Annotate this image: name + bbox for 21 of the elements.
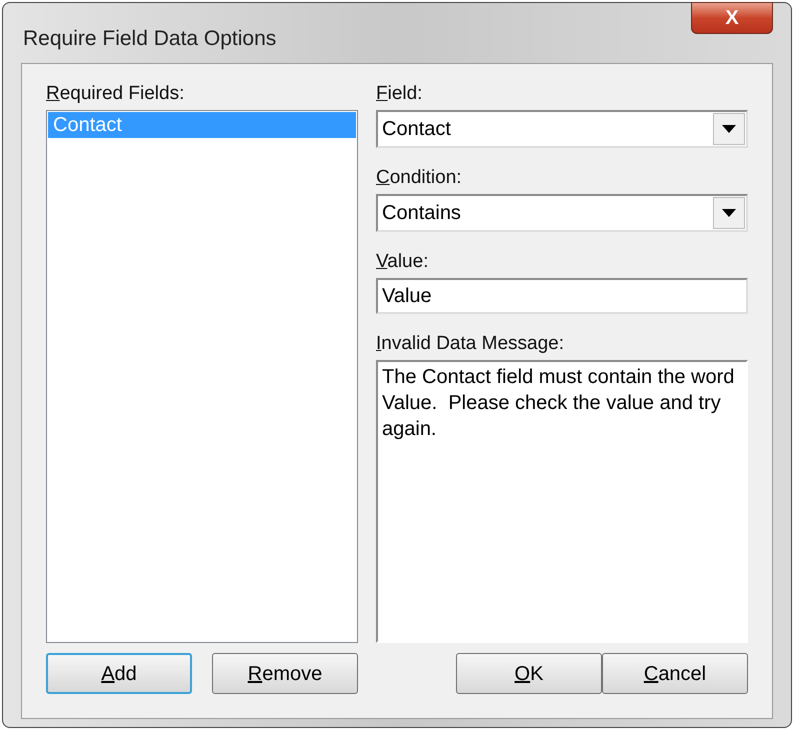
dropdown-arrow-button[interactable] [713,113,745,145]
dropdown-arrow-button[interactable] [713,197,745,229]
dropdown[interactable]: Contains [376,194,748,232]
dialog-button[interactable]: Remove [212,653,358,694]
dialog-button[interactable]: Cancel [602,653,748,694]
field-label: Invalid Data Message: [376,332,565,356]
dropdown-value: Contains [381,201,462,226]
window-title: Require Field Data Options [23,26,276,52]
field-label: Required Fields: [46,82,186,106]
field-label: Field: [376,82,424,106]
value-field[interactable]: Value [376,278,748,314]
field-label: Condition: [376,166,463,190]
dialog-button[interactable]: Add [46,653,192,694]
dropdown[interactable]: Contact [376,110,748,148]
caret-icon [722,125,736,133]
dropdown-value: Contact [381,117,452,142]
close-button[interactable]: X [691,2,773,34]
dialog-button[interactable]: OK [456,653,602,694]
message-field[interactable]: The Contact field must contain the word Value. Please check the value and try again. [376,360,748,643]
field-label: Value: [376,250,430,274]
caret-icon [722,209,736,217]
